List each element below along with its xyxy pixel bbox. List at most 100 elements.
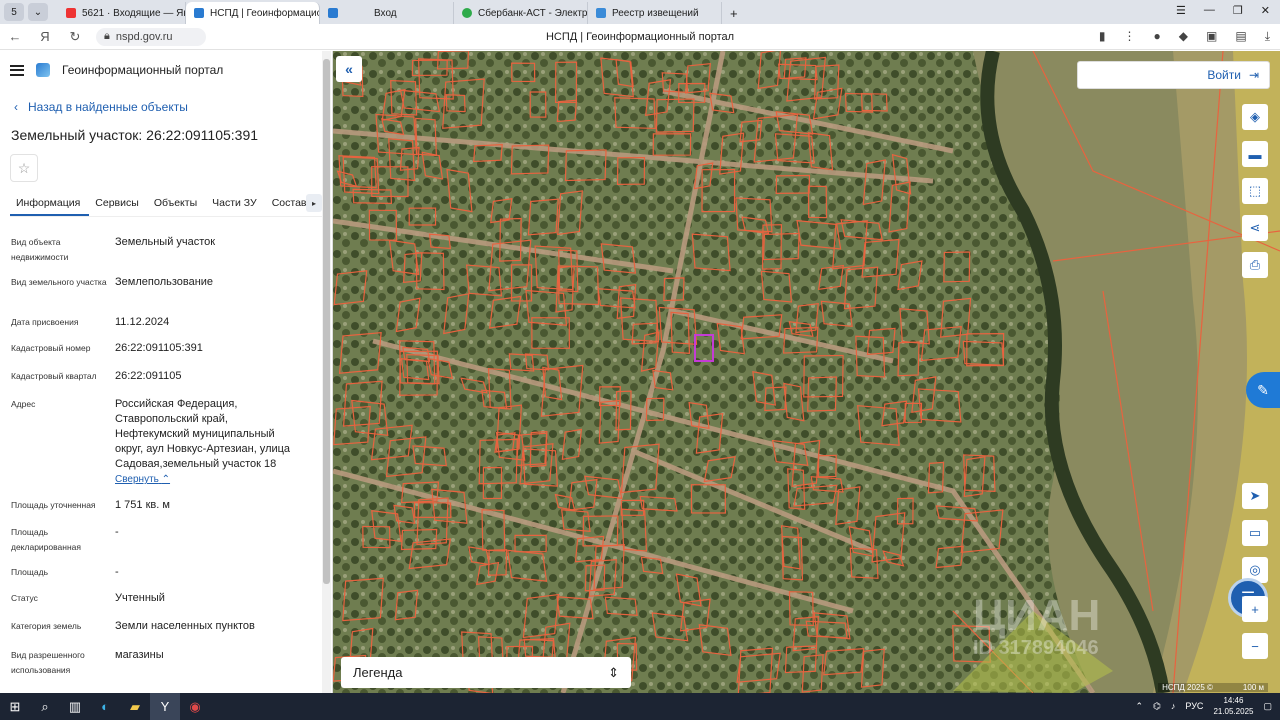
field-value: 1 751 кв. м [115,499,170,511]
gosuslugi-icon [328,8,338,18]
plus-icon: + [730,5,738,21]
field-row: Кадастровый номер 26:22:091105:391 [11,341,311,356]
browser-tab-login[interactable]: Вход [320,2,454,24]
tab-count-badge[interactable]: 5 [4,3,24,21]
map-attribution: НСПД 2025 © 100 м [1158,683,1268,692]
volume-icon[interactable]: ♪ [1171,701,1176,711]
map-view[interactable]: ЦИАН ID 317894046 « Войти ⇥ ◈ ▬ ⬚ ⋖ ⎙ ✎ … [333,51,1280,693]
clock[interactable]: 14:46 21.05.2025 [1213,695,1253,717]
system-tray: ⌃ ⌬ ♪ РУС 14:46 21.05.2025 ▢ [1136,695,1273,717]
field-row: Вид объекта недвижимости Земельный участ… [11,235,311,265]
ruler-icon[interactable]: ▬ [1242,141,1268,167]
panel-scrollbar[interactable] [322,51,331,693]
browser-tab-nspd[interactable]: НСПД | Геоинформацио ✕ [186,2,320,24]
watermark-id: ID 317894046 [973,637,1099,659]
browser-tab-registry[interactable]: Реестр извещений [588,2,722,24]
scrollbar-thumb[interactable] [323,59,330,584]
tab-information[interactable]: Информация [10,191,90,216]
chevron-up-icon[interactable]: ⌃ [1136,701,1144,712]
print-icon[interactable]: ⎙ [1242,252,1268,278]
yandex-browser-icon[interactable]: Y [150,693,180,720]
nspd-logo [36,63,50,77]
language-indicator[interactable]: РУС [1185,701,1203,711]
collapse-panel-button[interactable]: « [336,56,362,82]
field-value: 26:22:091105:391 [115,342,203,354]
zoom-out-button[interactable]: − [1242,633,1268,659]
locate-icon[interactable]: ➤ [1242,483,1268,509]
tab-services[interactable]: Сервисы [89,191,148,216]
field-value: - [115,526,119,538]
restore-icon[interactable]: ❐ [1233,4,1243,17]
extension-icon[interactable]: ● [1154,29,1161,44]
browser-tab-mail[interactable]: 5621 · Входящие — Яндек [58,2,186,24]
layers-icon[interactable]: ◈ [1242,104,1268,130]
tab-label: НСПД | Геоинформацио [210,7,320,19]
new-tab-button[interactable]: + [722,2,746,24]
back-to-results-link[interactable]: ‹ Назад в найденные объекты [14,100,188,114]
chevron-left-icon: ‹ [14,100,18,114]
clock-date: 21.05.2025 [1213,707,1254,716]
search-icon[interactable]: ⌕ [30,693,60,720]
field-row: Кадастровый квартал 26:22:091105 [11,369,311,384]
lock-icon: 🔒︎ [104,30,110,42]
notification-icon[interactable]: ▢ [1263,701,1272,712]
chevron-right-icon[interactable]: ▸ [306,194,322,212]
reload-icon[interactable]: ↻ [60,29,90,45]
field-row: Площадь - [11,565,311,580]
more-icon[interactable]: ⋮ [1124,29,1136,44]
legend-dropdown[interactable]: Легенда ⇕ [341,657,631,688]
favorite-star-icon[interactable]: ☆ [10,154,38,182]
address-bar: ← Я ↻ 🔒︎ nspd.gov.ru НСПД | Геоинформаци… [0,24,1280,50]
edge-icon[interactable]: ◐ [90,693,120,720]
scale-bar: 100 м [1242,683,1264,692]
field-value: - [115,566,119,578]
field-row: Категория земель Земли населенных пункто… [11,619,311,634]
nspd-icon [194,8,204,18]
file-explorer-icon[interactable]: ▰ [120,693,150,720]
tab-objects[interactable]: Объекты [148,191,206,216]
network-icon[interactable]: ⌬ [1153,701,1161,712]
field-row: Площадь декларированная - [11,525,311,555]
extension-icon[interactable]: ▣ [1206,29,1217,44]
login-button[interactable]: Войти ⇥ [1077,61,1270,89]
field-label: Вид объекта недвижимости [11,237,69,262]
watermark-text: ЦИАН [973,591,1101,640]
tab-parts[interactable]: Части ЗУ [206,191,266,216]
app-icon[interactable]: ◉ [180,693,210,720]
tab-label: Реестр извещений [612,7,699,19]
hamburger-icon[interactable] [10,64,24,76]
close-window-icon[interactable]: ✕ [1261,4,1270,17]
feedback-icon[interactable]: ✎ [1246,372,1280,408]
minimize-icon[interactable]: — [1204,4,1215,17]
extension-icon[interactable]: ◆ [1179,29,1188,44]
field-label: Дата присвоения [11,317,79,327]
portal-header: Геоинформационный портал [10,63,223,77]
field-value: Землепользование [115,276,214,288]
back-arrow-icon[interactable]: ← [0,29,30,44]
info-tabs: Информация Сервисы Объекты Части ЗУ Сост… [10,191,322,217]
browser-tab-sberbank[interactable]: Сбербанк-АСТ - Электро [454,2,588,24]
select-area-icon[interactable]: ⬚ [1242,178,1268,204]
download-icon[interactable]: ⤓ [1265,29,1270,44]
task-view-icon[interactable]: ▥ [60,693,90,720]
zoom-in-button[interactable]: + [1242,596,1268,622]
field-label: Вид разрешенного использования [11,650,85,675]
share-icon[interactable]: ⋖ [1242,215,1268,241]
extension-icon[interactable]: ▤ [1235,29,1246,44]
yandex-icon[interactable]: Я [30,29,60,44]
legend-label: Легенда [353,665,403,680]
minimap-icon[interactable]: ▭ [1242,520,1268,546]
chevron-down-icon[interactable]: ⌄ [28,3,48,21]
windows-start-icon[interactable]: ⊞ [0,693,30,720]
tab-label: Сбербанк-АСТ - Электро [478,7,588,19]
menu-icon[interactable]: ☰ [1176,4,1186,17]
field-label: Кадастровый номер [11,343,91,353]
field-label: Площадь декларированная [11,527,81,552]
satellite-map[interactable] [333,51,1280,693]
collapse-link[interactable]: Свернуть ⌃ [115,472,305,487]
url-field[interactable]: 🔒︎ nspd.gov.ru [96,27,206,46]
tab-label: Вход [374,7,397,19]
bookmark-icon[interactable]: ▮ [1099,29,1106,44]
chevron-up-icon: ⌃ [161,474,171,485]
field-label: Площадь [11,567,49,577]
